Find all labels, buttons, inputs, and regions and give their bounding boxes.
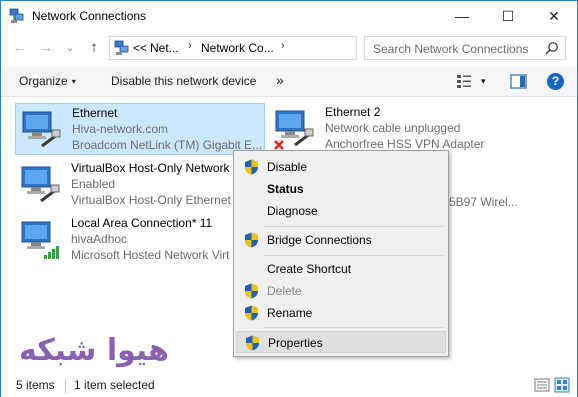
- search-placeholder: Search Network Connections: [373, 42, 529, 56]
- breadcrumb-network[interactable]: Net...: [150, 41, 179, 55]
- menu-item-label: Disable: [267, 160, 308, 174]
- recent-locations-button[interactable]: ⌄: [61, 39, 79, 57]
- connection-device: Microsoft Hosted Network Virt: [71, 248, 230, 262]
- menu-item-label: Create Shortcut: [267, 262, 352, 276]
- connection-name: VirtualBox Host-Only Network: [71, 161, 230, 175]
- connection-name: Ethernet 2: [325, 105, 381, 119]
- search-icon[interactable]: [545, 41, 559, 55]
- menu-item-label: Diagnose: [267, 204, 318, 218]
- window-title: Network Connections: [32, 9, 147, 23]
- back-button[interactable]: ←: [11, 39, 29, 57]
- change-view-icon[interactable]: [456, 74, 472, 89]
- selected-count: 1 item selected: [74, 378, 155, 392]
- search-box[interactable]: Search Network Connections: [364, 36, 566, 60]
- title-bar[interactable]: Network Connections — ☐ ✕: [1, 1, 577, 31]
- menu-item-properties[interactable]: Properties: [236, 331, 446, 353]
- organize-label: Organize: [19, 74, 68, 88]
- connection-status: Hiva-network.com: [72, 122, 169, 136]
- network-connections-icon: [114, 40, 129, 55]
- menu-separator: [264, 255, 444, 256]
- more-commands-button[interactable]: »: [276, 72, 284, 88]
- connection-item-ethernet-2[interactable]: Ethernet 2 Network cable unplugged Ancho…: [269, 103, 569, 155]
- details-view-icon[interactable]: [534, 377, 550, 393]
- network-adapter-icon: [22, 111, 61, 148]
- connection-item-local-area-11[interactable]: Local Area Connection* 11 hivaAdhoc Micr…: [15, 214, 265, 266]
- connection-name: Local Area Connection* 11: [71, 216, 213, 230]
- menu-item-bridge-connections[interactable]: Bridge Connections: [236, 229, 446, 251]
- item-count: 5 items: [16, 378, 55, 392]
- minimize-button[interactable]: —: [439, 1, 485, 31]
- network-connections-window: Network Connections — ☐ ✕ ← → ⌄ ↑ << Net…: [0, 0, 578, 397]
- connection-item-ethernet[interactable]: Ethernet Hiva-network.com Broadcom NetLi…: [15, 103, 265, 155]
- menu-separator: [264, 226, 444, 227]
- status-divider: [65, 379, 66, 393]
- connection-device: VirtualBox Host-Only Ethernet: [71, 193, 231, 207]
- breadcrumb-separator[interactable]: ›: [281, 40, 285, 52]
- close-button[interactable]: ✕: [531, 1, 577, 31]
- forward-button[interactable]: →: [37, 39, 55, 57]
- uac-shield-icon: [245, 232, 258, 248]
- menu-item-label: Status: [267, 182, 304, 196]
- connection-status: hivaAdhoc: [71, 232, 128, 246]
- breadcrumb-separator[interactable]: ›: [188, 40, 192, 52]
- command-bar: Organize ▾ Disable this network device » …: [1, 67, 577, 97]
- menu-item-delete: Delete: [236, 280, 446, 302]
- context-menu: Disable Status Diagnose Bridge Connectio…: [233, 150, 449, 357]
- menu-separator: [264, 327, 444, 328]
- uac-shield-icon: [245, 283, 258, 299]
- partial-connection-device: 5B97 Wirel...: [449, 195, 518, 209]
- disable-device-button[interactable]: Disable this network device: [111, 74, 256, 88]
- wireless-signal-icon: [44, 246, 59, 259]
- menu-item-diagnose[interactable]: Diagnose: [236, 200, 446, 222]
- address-overflow-chevron[interactable]: <<: [133, 41, 147, 55]
- menu-item-rename[interactable]: Rename: [236, 302, 446, 324]
- connection-device: Anchorfree HSS VPN Adapter: [325, 137, 485, 151]
- connection-name: Ethernet: [72, 106, 118, 120]
- address-bar[interactable]: << Net... › Network Co... › ▾ ↻: [109, 36, 457, 60]
- connection-status: Enabled: [71, 177, 116, 191]
- up-button[interactable]: ↑: [85, 39, 103, 57]
- menu-item-status[interactable]: Status: [236, 178, 446, 200]
- uac-shield-icon: [245, 305, 258, 321]
- uac-shield-icon: [246, 335, 259, 351]
- menu-item-label: Bridge Connections: [267, 233, 372, 247]
- connection-item-virtualbox[interactable]: VirtualBox Host-Only Network Enabled Vir…: [15, 159, 265, 211]
- organize-button[interactable]: Organize ▾: [19, 74, 76, 88]
- menu-item-label: Properties: [268, 336, 323, 350]
- preview-pane-icon[interactable]: [510, 74, 527, 89]
- menu-item-label: Rename: [267, 306, 313, 320]
- status-bar: 5 items 1 item selected: [1, 375, 577, 397]
- large-icons-view-icon[interactable]: [554, 377, 570, 393]
- view-options-dropdown[interactable]: ▾: [481, 76, 486, 87]
- uac-shield-icon: [245, 159, 258, 175]
- connection-status: Network cable unplugged: [325, 121, 461, 135]
- menu-item-label: Delete: [267, 284, 302, 298]
- help-button[interactable]: ?: [547, 73, 564, 90]
- menu-item-disable[interactable]: Disable: [236, 156, 446, 178]
- network-adapter-icon: [21, 166, 60, 203]
- maximize-button[interactable]: ☐: [485, 1, 531, 31]
- chevron-down-icon: ▾: [71, 77, 76, 86]
- menu-item-create-shortcut[interactable]: Create Shortcut: [236, 258, 446, 280]
- network-connections-icon: [9, 8, 24, 23]
- watermark-logo: هیوا شبکه: [19, 333, 169, 368]
- breadcrumb-network-connections[interactable]: Network Co...: [201, 41, 274, 55]
